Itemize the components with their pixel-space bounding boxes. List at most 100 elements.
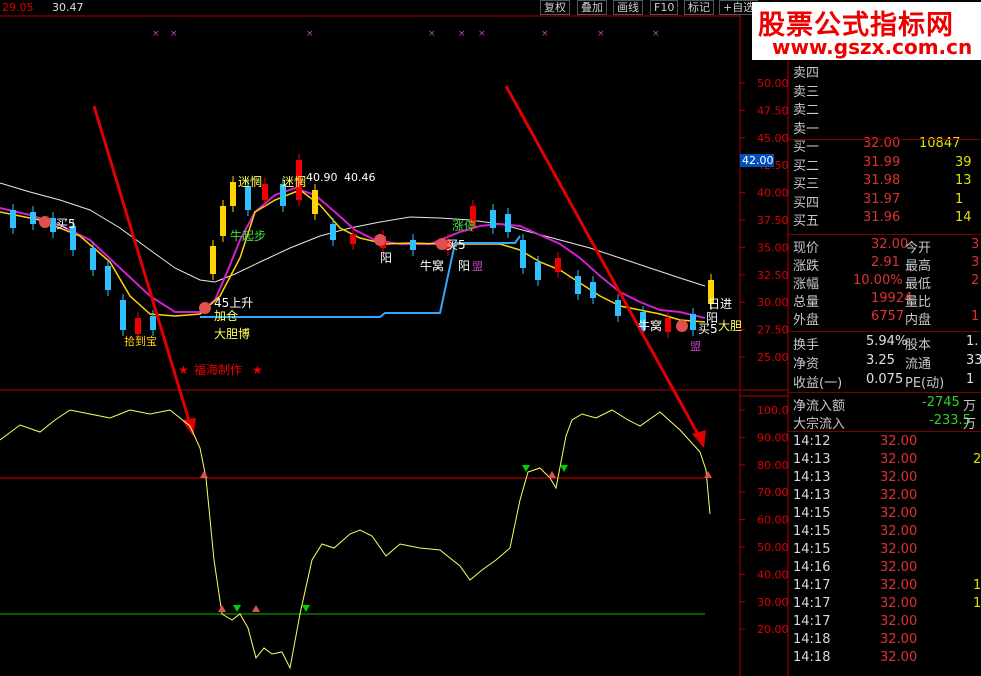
price-axis-label: 37.50: [757, 214, 789, 227]
annotation-daily-in: 日进: [708, 297, 732, 311]
candle-body: [505, 214, 511, 232]
fundamental-value-2: 1: [966, 372, 975, 387]
annotation-confused-2: 迷惘: [282, 174, 306, 189]
quote-value: 10.00%: [853, 273, 903, 288]
fundamental-label: 换手: [793, 338, 820, 353]
order-book-price: 31.97: [863, 191, 901, 207]
order-book-label: 卖二: [793, 103, 820, 118]
price-axis-label: 40.00: [757, 187, 789, 200]
tick-time: 14:15: [793, 524, 831, 539]
tick-price: 32.00: [880, 650, 918, 665]
signal-cross-mark: ×: [541, 29, 549, 39]
indicator-axis-label: 40.00: [757, 568, 789, 581]
price-high: 30.47: [52, 1, 84, 14]
tick-price: 32.00: [880, 506, 918, 521]
indicator-down-arrow-icon: [560, 465, 568, 472]
quote-label-2: 量比: [905, 295, 932, 310]
annotation-confused-1: 迷惘: [238, 174, 262, 189]
candle-body: [220, 206, 226, 236]
credit-star-right: ★: [252, 363, 263, 377]
signal-cross-mark: ×: [458, 29, 466, 39]
order-book-label: 买四: [793, 195, 820, 211]
annotation-mark-1: 盟: [472, 260, 483, 273]
order-book-label: 卖四: [793, 66, 820, 81]
candle-body: [330, 224, 336, 240]
fundamental-label-2: PE(动): [905, 376, 945, 391]
quote-label: 现价: [793, 241, 820, 256]
quote-value-2: 2: [971, 273, 980, 288]
credit-label: 福海制作: [194, 362, 242, 377]
tick-price: 32.00: [880, 578, 918, 593]
fundamental-value-2: 1.: [966, 334, 979, 349]
tick-price: 32.00: [880, 434, 918, 449]
indicator-up-arrow-icon: [548, 471, 556, 478]
tick-price: 32.00: [880, 488, 918, 503]
tick-price: 32.00: [880, 452, 918, 467]
signal-cross-mark: ×: [306, 29, 314, 39]
annotation-buy-1: 买5: [446, 238, 466, 252]
candle-body: [245, 186, 251, 210]
fundamental-value: 3.25: [866, 353, 895, 368]
annotation-price-low: 40.46: [344, 171, 376, 184]
tick-time: 14:18: [793, 632, 831, 647]
tick-time: 14:18: [793, 650, 831, 665]
annotation-bull-start: 牛起步: [230, 228, 266, 243]
tick-price: 32.00: [880, 524, 918, 539]
indicator-line: [0, 409, 711, 670]
candle-body: [105, 266, 111, 290]
overlay-button[interactable]: 叠加: [577, 0, 607, 15]
indicator-up-arrow-icon: [704, 471, 712, 478]
annotation-bold-bet: 大胆博: [214, 326, 250, 341]
indicator-down-arrow-icon: [233, 605, 241, 612]
tick-volume: 1: [973, 578, 981, 593]
order-book-volume: 1: [955, 191, 964, 207]
price-low: 29.05: [2, 1, 34, 14]
fuquan-button[interactable]: 复权: [540, 0, 570, 15]
candle-body: [665, 318, 671, 332]
fundamental-label: 收益(一): [793, 376, 843, 391]
order-book-price: 31.99: [863, 154, 901, 170]
indicator-axis-label: 60.00: [757, 514, 789, 527]
candle-body: [410, 240, 416, 250]
annotation-yang-3: 阳: [706, 311, 718, 325]
order-book-volume: 39: [955, 154, 972, 170]
f10-button[interactable]: F10: [650, 0, 679, 15]
indicator-axis-label: 80.00: [757, 459, 789, 472]
quote-label: 总量: [793, 295, 820, 310]
tick-time: 14:12: [793, 434, 831, 449]
signal-cross-mark: ×: [652, 29, 660, 39]
price-axis-label: 27.50: [757, 324, 789, 337]
candle-body: [555, 258, 561, 272]
quote-label: 涨跌: [793, 259, 820, 274]
annotation-bold: 大胆: [718, 319, 742, 333]
fundamental-value: 5.94%: [866, 334, 908, 349]
fundamental-label-2: 股本: [905, 338, 932, 353]
tick-price: 32.00: [880, 632, 918, 647]
candle-body: [210, 246, 216, 274]
flow-label: 大宗流入: [793, 417, 846, 432]
candle-body: [535, 262, 541, 280]
candle-body: [590, 282, 596, 298]
annotation-found-treasure: 拾到宝: [124, 334, 157, 348]
indicator-axis-label: 20.00: [757, 623, 789, 636]
annotation-yang-1: 阳: [380, 251, 392, 265]
price-axis-label: 32.50: [757, 269, 789, 282]
quote-divider: [788, 234, 981, 235]
kline-chart[interactable]: 50.0047.5045.0042.5040.0037.5035.0032.50…: [0, 0, 981, 676]
fundamental-value-2: 33: [966, 353, 981, 368]
price-axis-label: 47.50: [757, 104, 789, 117]
quote-value-2: 1: [971, 309, 980, 324]
mark-button[interactable]: 标记: [684, 0, 714, 15]
flow-divider: [788, 392, 981, 393]
signal-cross-mark: ×: [478, 29, 486, 39]
indicator-axis-label: 50.00: [757, 541, 789, 554]
annotation-buy-2: 买5: [56, 217, 76, 231]
fundamental-divider: [788, 331, 981, 332]
quote-label-2: 最低: [905, 277, 932, 292]
tick-price: 32.00: [880, 614, 918, 629]
draw-line-button[interactable]: 画线: [613, 0, 643, 15]
quote-label-2: 今开: [905, 241, 932, 256]
buy-signal-icon: [676, 320, 688, 332]
candle-body: [312, 190, 318, 214]
tick-price: 32.00: [880, 596, 918, 611]
